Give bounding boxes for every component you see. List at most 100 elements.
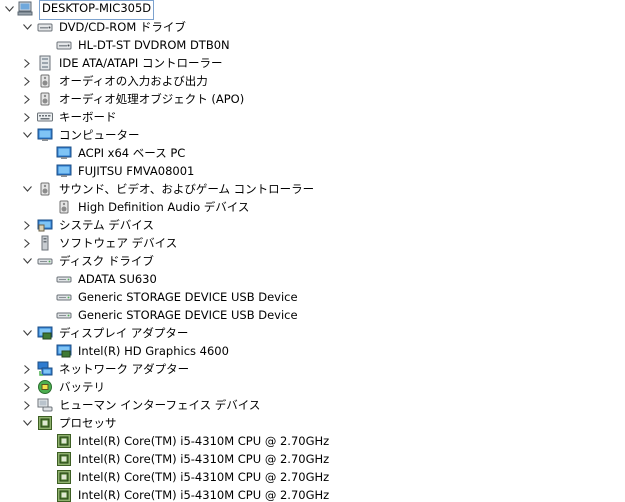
processor-icon — [56, 487, 72, 502]
keyboard-icon — [37, 109, 53, 125]
tree-device[interactable]: HL-DT-ST DVDROM DTB0N — [0, 36, 625, 54]
tree-node-label: ネットワーク アダプター — [59, 362, 190, 376]
software-device-icon — [37, 235, 53, 251]
chevron-right-icon[interactable] — [22, 360, 32, 378]
tree-node-label: オーディオの入力および出力 — [59, 74, 208, 88]
tree-category[interactable]: IDE ATA/ATAPI コントローラー — [0, 54, 625, 72]
tree-node-label: オーディオ処理オブジェクト (APO) — [59, 92, 245, 106]
display-adapter-icon — [56, 343, 72, 359]
chevron-right-icon[interactable] — [22, 234, 32, 252]
tree-device[interactable]: Intel(R) HD Graphics 4600 — [0, 342, 625, 360]
tree-category[interactable]: バッテリ — [0, 378, 625, 396]
processor-icon — [56, 451, 72, 467]
chevron-right-icon[interactable] — [22, 108, 32, 126]
tree-node-label: DESKTOP-MIC305D — [39, 0, 155, 20]
chevron-right-icon[interactable] — [22, 216, 32, 234]
tree-category[interactable]: オーディオの入力および出力 — [0, 72, 625, 90]
ide-controller-icon — [37, 55, 53, 71]
tree-device[interactable]: Intel(R) Core(TM) i5-4310M CPU @ 2.70GHz — [0, 486, 625, 502]
tree-node-label: Intel(R) Core(TM) i5-4310M CPU @ 2.70GHz — [78, 488, 330, 502]
tree-category[interactable]: ネットワーク アダプター — [0, 360, 625, 378]
tree-category[interactable]: ディスプレイ アダプター — [0, 324, 625, 342]
device-tree[interactable]: DESKTOP-MIC305D DVD/CD-ROM ドライブ HL-DT-ST D… — [0, 0, 625, 502]
monitor-icon — [37, 127, 53, 143]
tree-device[interactable]: Intel(R) Core(TM) i5-4310M CPU @ 2.70GHz — [0, 468, 625, 486]
tree-category[interactable]: オーディオ処理オブジェクト (APO) — [0, 90, 625, 108]
chevron-down-icon[interactable] — [22, 252, 32, 270]
tree-node-label: ソフトウェア デバイス — [59, 236, 178, 250]
disk-drive-icon — [56, 271, 72, 287]
monitor-icon — [56, 145, 72, 161]
chevron-down-icon[interactable] — [4, 0, 14, 18]
speaker-icon — [37, 91, 53, 107]
chevron-down-icon[interactable] — [22, 324, 32, 342]
tree-device[interactable]: Intel(R) Core(TM) i5-4310M CPU @ 2.70GHz — [0, 450, 625, 468]
tree-node-label: HL-DT-ST DVDROM DTB0N — [78, 38, 230, 52]
dvd-drive-icon — [37, 19, 53, 35]
tree-node-label: IDE ATA/ATAPI コントローラー — [59, 56, 223, 70]
chevron-right-icon[interactable] — [22, 396, 32, 414]
disk-drive-icon — [37, 253, 53, 269]
tree-node-label: Generic STORAGE DEVICE USB Device — [78, 290, 298, 304]
tree-category[interactable]: ヒューマン インターフェイス デバイス — [0, 396, 625, 414]
speaker-icon — [37, 73, 53, 89]
tree-node-label: High Definition Audio デバイス — [78, 200, 250, 214]
tree-device[interactable]: ACPI x64 ベース PC — [0, 144, 625, 162]
tree-category[interactable]: サウンド、ビデオ、およびゲーム コントローラー — [0, 180, 625, 198]
disk-drive-icon — [56, 307, 72, 323]
chevron-right-icon[interactable] — [22, 72, 32, 90]
tree-category[interactable]: コンピューター — [0, 126, 625, 144]
tree-node-label: DVD/CD-ROM ドライブ — [59, 20, 186, 34]
system-devices-icon — [37, 217, 53, 233]
chevron-right-icon[interactable] — [22, 378, 32, 396]
tree-node-label: FUJITSU FMVA08001 — [78, 164, 195, 178]
chevron-down-icon[interactable] — [22, 414, 32, 432]
chevron-right-icon[interactable] — [22, 90, 32, 108]
tree-node-label: サウンド、ビデオ、およびゲーム コントローラー — [59, 182, 315, 196]
disk-drive-icon — [56, 289, 72, 305]
tree-node-label: ACPI x64 ベース PC — [78, 146, 186, 160]
tree-node-label: Intel(R) Core(TM) i5-4310M CPU @ 2.70GHz — [78, 452, 330, 466]
chevron-right-icon[interactable] — [22, 54, 32, 72]
tree-category[interactable]: プロセッサ — [0, 414, 625, 432]
tree-node-label: Intel(R) Core(TM) i5-4310M CPU @ 2.70GHz — [78, 434, 330, 448]
speaker-icon — [37, 181, 53, 197]
display-adapter-icon — [37, 325, 53, 341]
tree-node-label: バッテリ — [59, 380, 105, 394]
hid-icon — [37, 397, 53, 413]
tree-device[interactable]: Intel(R) Core(TM) i5-4310M CPU @ 2.70GHz — [0, 432, 625, 450]
processor-icon — [37, 415, 53, 431]
tree-node-label: コンピューター — [59, 128, 140, 142]
tree-device[interactable]: High Definition Audio デバイス — [0, 198, 625, 216]
tree-node-label: ADATA SU630 — [78, 272, 157, 286]
tree-node-label: Intel(R) Core(TM) i5-4310M CPU @ 2.70GHz — [78, 470, 330, 484]
monitor-icon — [56, 163, 72, 179]
tree-device[interactable]: ADATA SU630 — [0, 270, 625, 288]
chevron-down-icon[interactable] — [22, 126, 32, 144]
tree-node-label: キーボード — [59, 110, 117, 124]
chevron-down-icon[interactable] — [22, 180, 32, 198]
tree-node-label: Generic STORAGE DEVICE USB Device — [78, 308, 298, 322]
tree-device[interactable]: FUJITSU FMVA08001 — [0, 162, 625, 180]
network-adapter-icon — [37, 361, 53, 377]
chevron-down-icon[interactable] — [22, 18, 32, 36]
tree-node-label: ディスク ドライブ — [59, 254, 154, 268]
tree-category[interactable]: ソフトウェア デバイス — [0, 234, 625, 252]
tree-category[interactable]: システム デバイス — [0, 216, 625, 234]
processor-icon — [56, 469, 72, 485]
tree-device[interactable]: Generic STORAGE DEVICE USB Device — [0, 288, 625, 306]
tree-node-label: ヒューマン インターフェイス デバイス — [59, 398, 261, 412]
tree-node-label: システム デバイス — [59, 218, 154, 232]
battery-icon — [37, 379, 53, 395]
tree-category[interactable]: キーボード — [0, 108, 625, 126]
processor-icon — [56, 433, 72, 449]
tree-node-label: ディスプレイ アダプター — [59, 326, 189, 340]
tree-device[interactable]: Generic STORAGE DEVICE USB Device — [0, 306, 625, 324]
dvd-drive-icon — [56, 37, 72, 53]
tree-category[interactable]: ディスク ドライブ — [0, 252, 625, 270]
tree-node-label: Intel(R) HD Graphics 4600 — [78, 344, 229, 358]
tree-category[interactable]: DVD/CD-ROM ドライブ — [0, 18, 625, 36]
tree-node-label: プロセッサ — [59, 416, 117, 430]
tree-root-node[interactable]: DESKTOP-MIC305D — [0, 0, 625, 20]
speaker-icon — [56, 199, 72, 215]
